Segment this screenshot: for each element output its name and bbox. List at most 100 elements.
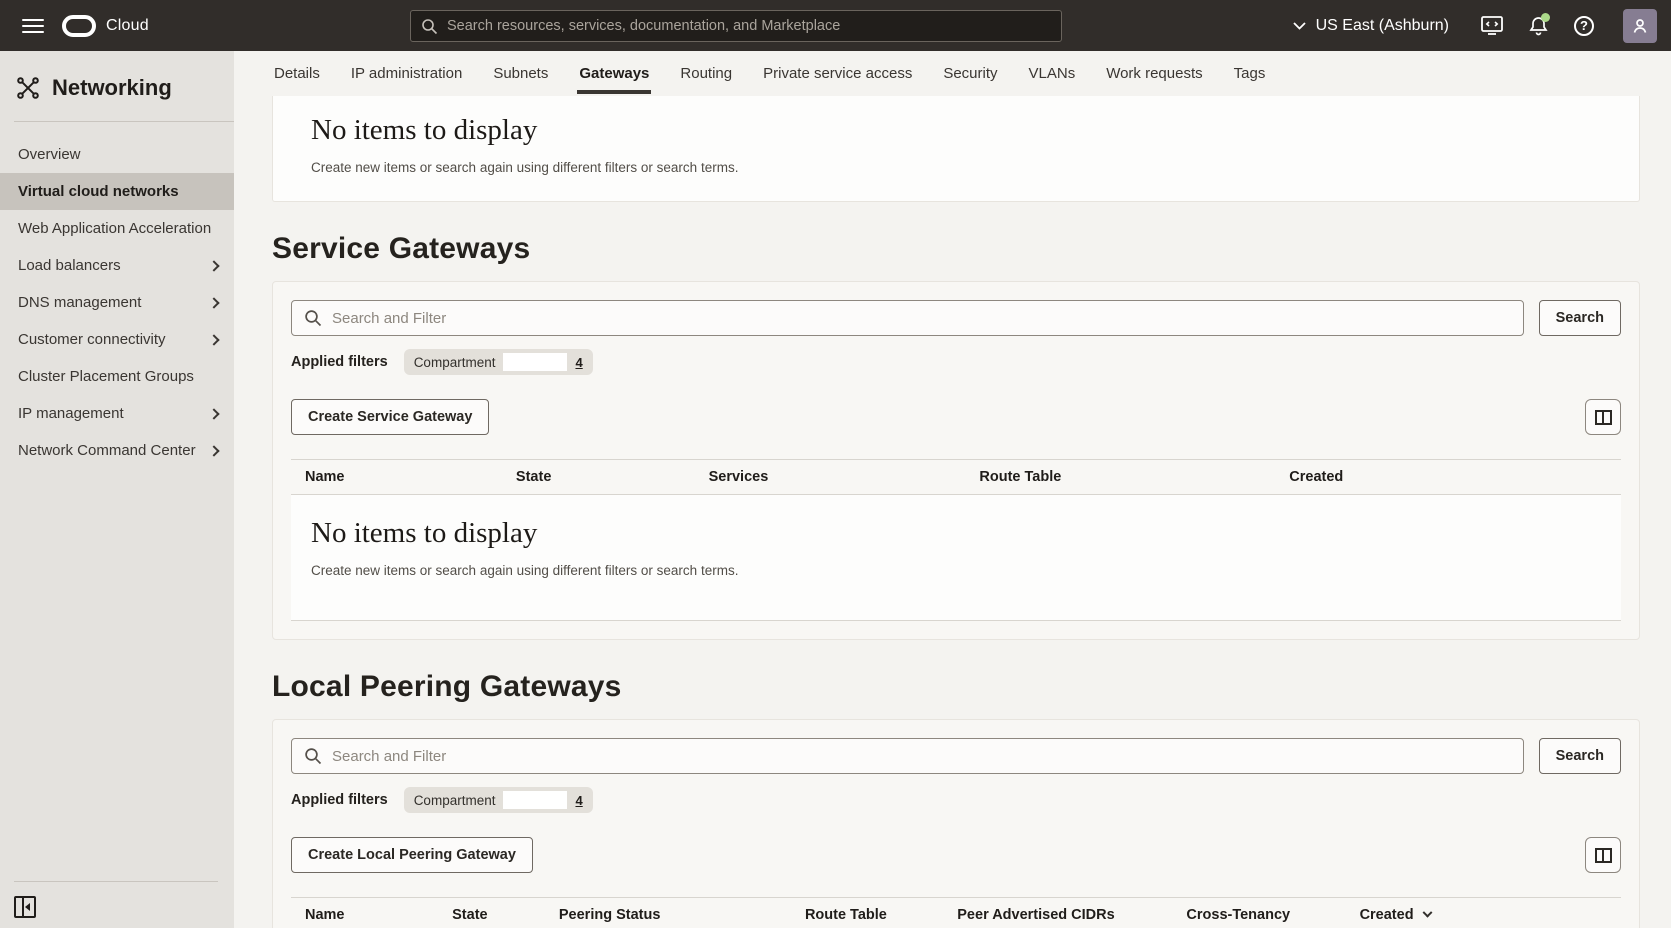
search-icon [304, 747, 322, 765]
columns-icon [1595, 410, 1612, 425]
tab-work-requests[interactable]: Work requests [1104, 54, 1204, 94]
sidebar-item-label: DNS management [18, 294, 141, 311]
sidebar-item-cluster-placement-groups[interactable]: Cluster Placement Groups [0, 358, 234, 395]
divider [14, 881, 218, 882]
manage-columns-button[interactable] [1585, 837, 1621, 873]
sidebar-item-network-command-center[interactable]: Network Command Center [0, 432, 234, 469]
applied-filters-label: Applied filters [291, 354, 388, 370]
sidebar-item-customer-connectivity[interactable]: Customer connectivity [0, 321, 234, 358]
empty-state-subtitle: Create new items or search again using d… [311, 563, 1601, 578]
applied-filters-label: Applied filters [291, 792, 388, 808]
tab-security[interactable]: Security [941, 54, 999, 94]
region-label: US East (Ashburn) [1316, 17, 1449, 35]
sidebar-item-virtual-cloud-networks[interactable]: Virtual cloud networks [0, 173, 234, 210]
sidebar-item-overview[interactable]: Overview [0, 136, 234, 173]
local-peering-gateways-search[interactable] [291, 738, 1524, 774]
service-gateways-empty-state: No items to display Create new items or … [291, 495, 1621, 621]
service-gateways-search-input[interactable] [332, 310, 1511, 327]
chevron-down-icon [1293, 22, 1306, 30]
columns-icon [1595, 848, 1612, 863]
sidebar-item-label: Load balancers [18, 257, 121, 274]
tab-gateways[interactable]: Gateways [577, 54, 651, 94]
sidebar-item-dns-management[interactable]: DNS management [0, 284, 234, 321]
service-gateways-search[interactable] [291, 300, 1524, 336]
divider [14, 121, 234, 122]
brand[interactable]: Cloud [62, 15, 149, 37]
filter-chip-value-redacted [503, 791, 567, 809]
sidebar-item-web-application-acceleration[interactable]: Web Application Acceleration [0, 210, 234, 247]
column-header-peering-status[interactable]: Peering Status [559, 907, 805, 923]
sidebar-item-load-balancers[interactable]: Load balancers [0, 247, 234, 284]
service-gateways-section: Search Applied filters Compartment 4 Cre… [272, 281, 1640, 640]
empty-state-title: No items to display [311, 114, 1601, 147]
hamburger-menu-icon[interactable] [22, 19, 44, 33]
service-gateways-search-button[interactable]: Search [1539, 300, 1621, 336]
sidebar: Networking Overview Virtual cloud networ… [0, 51, 234, 928]
column-header-route-table[interactable]: Route Table [805, 907, 957, 923]
sidebar-item-label: Network Command Center [18, 442, 196, 459]
global-search[interactable] [410, 10, 1062, 42]
tab-vlans[interactable]: VLANs [1027, 54, 1078, 94]
local-peering-gateways-heading: Local Peering Gateways [272, 670, 1640, 704]
notification-dot [1541, 13, 1550, 22]
tab-tags[interactable]: Tags [1232, 54, 1268, 94]
topbar: Cloud US East (Ashburn) ? [0, 0, 1671, 51]
tab-details[interactable]: Details [272, 54, 322, 94]
global-search-input[interactable] [447, 18, 1051, 34]
user-avatar[interactable] [1623, 9, 1657, 43]
filter-chip-label: Compartment [414, 355, 496, 370]
column-header-name[interactable]: Name [305, 469, 516, 485]
local-peering-gateways-table-header: Name State Peering Status Route Table Pe… [291, 897, 1621, 928]
filter-chip-link[interactable]: 4 [575, 793, 582, 808]
column-header-route-table[interactable]: Route Table [979, 469, 1289, 485]
manage-columns-button[interactable] [1585, 399, 1621, 435]
search-icon [421, 18, 438, 35]
main-content: Details IP administration Subnets Gatewa… [234, 51, 1671, 928]
compartment-filter-chip[interactable]: Compartment 4 [404, 349, 593, 375]
brand-name: Cloud [106, 17, 149, 35]
local-peering-gateways-search-input[interactable] [332, 748, 1511, 765]
local-peering-gateways-search-button[interactable]: Search [1539, 738, 1621, 774]
tab-ip-administration[interactable]: IP administration [349, 54, 464, 94]
compartment-filter-chip[interactable]: Compartment 4 [404, 787, 593, 813]
sidebar-item-label: Web Application Acceleration [18, 220, 211, 237]
sidebar-item-label: Overview [18, 146, 81, 163]
create-local-peering-gateway-button[interactable]: Create Local Peering Gateway [291, 837, 533, 873]
create-service-gateway-button[interactable]: Create Service Gateway [291, 399, 489, 435]
column-header-services[interactable]: Services [709, 469, 980, 485]
column-header-state[interactable]: State [516, 469, 709, 485]
chevron-right-icon [208, 445, 219, 456]
sidebar-title: Networking [52, 75, 172, 101]
empty-state-title: No items to display [311, 517, 1601, 550]
chevron-right-icon [208, 260, 219, 271]
tab-routing[interactable]: Routing [678, 54, 734, 94]
service-gateways-table-header: Name State Services Route Table Created [291, 459, 1621, 495]
sidebar-item-ip-management[interactable]: IP management [0, 395, 234, 432]
column-header-created[interactable]: Created [1360, 907, 1607, 923]
help-icon[interactable]: ? [1573, 15, 1595, 37]
sidebar-item-label: Cluster Placement Groups [18, 368, 194, 385]
region-selector[interactable]: US East (Ashburn) [1293, 17, 1449, 35]
column-header-state[interactable]: State [452, 907, 559, 923]
sidebar-item-label: IP management [18, 405, 124, 422]
oracle-logo-icon [62, 15, 96, 37]
cloud-shell-icon[interactable] [1481, 15, 1503, 37]
empty-state-subtitle: Create new items or search again using d… [311, 160, 1601, 175]
empty-state-panel: No items to display Create new items or … [272, 96, 1640, 202]
sort-descending-icon[interactable] [1422, 907, 1432, 917]
chevron-right-icon [208, 334, 219, 345]
tab-private-service-access[interactable]: Private service access [761, 54, 914, 94]
tabbar: Details IP administration Subnets Gatewa… [234, 51, 1671, 96]
tab-subnets[interactable]: Subnets [491, 54, 550, 94]
column-header-created[interactable]: Created [1289, 469, 1607, 485]
filter-chip-label: Compartment [414, 793, 496, 808]
column-header-cross-tenancy[interactable]: Cross-Tenancy [1186, 907, 1359, 923]
filter-chip-link[interactable]: 4 [575, 355, 582, 370]
column-header-peer-advertised-cidrs[interactable]: Peer Advertised CIDRs [957, 907, 1186, 923]
notifications-bell-icon[interactable] [1527, 15, 1549, 37]
column-header-name[interactable]: Name [305, 907, 452, 923]
chevron-right-icon [208, 408, 219, 419]
collapse-sidebar-icon[interactable] [14, 896, 36, 918]
service-gateways-heading: Service Gateways [272, 232, 1640, 266]
filter-chip-value-redacted [503, 353, 567, 371]
